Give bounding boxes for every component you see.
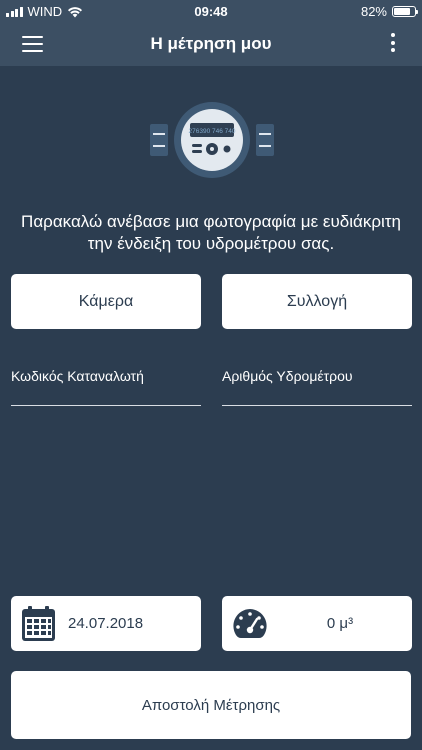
calendar-icon (22, 606, 55, 641)
battery-icon (392, 6, 418, 17)
meter-number-label: Αριθμός Υδρομέτρου (222, 368, 353, 384)
consumer-code-field[interactable]: Κωδικός Καταναλωτή (11, 366, 201, 406)
battery-level (394, 8, 411, 15)
instruction-text: Παρακαλώ ανέβασε μια φωτογραφία με ευδιά… (0, 211, 422, 255)
status-time: 09:48 (194, 4, 228, 19)
consumer-code-label: Κωδικός Καταναλωτή (11, 368, 144, 384)
status-right: 82% (360, 4, 418, 19)
gauge-icon (233, 609, 267, 638)
date-picker[interactable]: 24.07.2018 (11, 596, 201, 651)
status-bar: WIND 09:48 82% (0, 0, 422, 22)
instruction-line-1: Παρακαλώ ανέβασε μια φωτογραφία με ευδιά… (21, 212, 401, 231)
reading-value: 0 μ³ (326, 615, 354, 632)
submit-reading-button[interactable]: Αποστολή Μέτρησης (11, 671, 411, 739)
consumer-code-underline (11, 405, 201, 406)
meter-number-underline (222, 405, 412, 406)
page-title: Η μέτρηση μου (150, 34, 272, 53)
camera-button[interactable]: Κάμερα (11, 274, 201, 329)
battery-percent: 82% (360, 4, 387, 19)
meter-number-field[interactable]: Αριθμός Υδρομέτρου (222, 366, 412, 406)
more-vertical-icon[interactable] (390, 33, 396, 55)
navigation-bar: Η μέτρηση μου (0, 22, 422, 66)
instruction-line-2: την ένδειξη του υδρομέτρου σας. (87, 234, 335, 253)
water-meter-illustration: 276390 746 740 (150, 102, 274, 178)
gallery-button[interactable]: Συλλογή (222, 274, 412, 329)
reading-date: 24.07.2018 (68, 615, 144, 632)
meter-display-value: 276390 746 740 (189, 128, 236, 135)
reading-value-input[interactable]: 0 μ³ (222, 596, 412, 651)
